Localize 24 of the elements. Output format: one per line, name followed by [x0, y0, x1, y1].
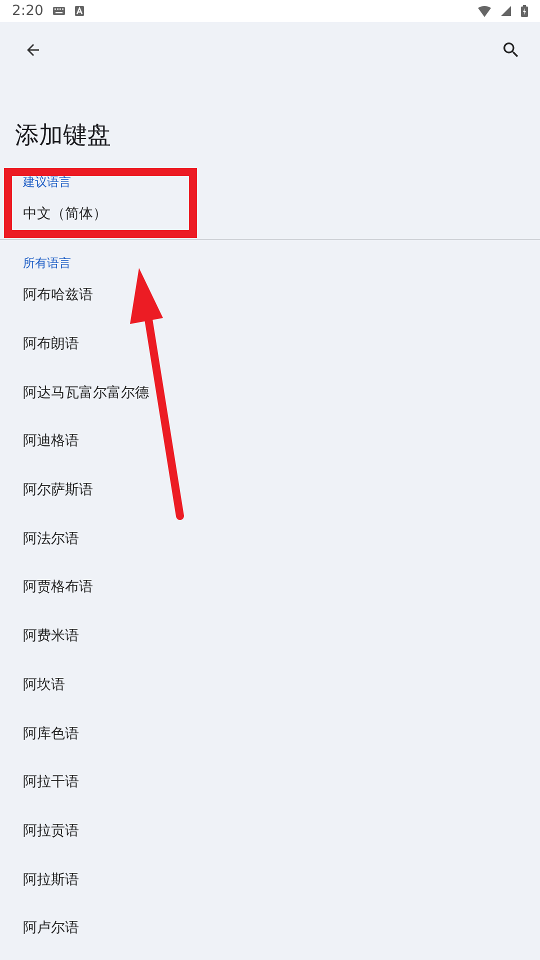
language-item[interactable]: 阿贾格布语 [0, 563, 540, 612]
language-item[interactable]: 阿迪格语 [0, 417, 540, 466]
section-header: 所有语言 [23, 255, 72, 271]
text-icon [75, 6, 84, 16]
language-item[interactable]: 中文（简体） [23, 198, 540, 230]
language-item[interactable]: 阿布哈兹语 [0, 271, 540, 320]
language-item[interactable]: 阿卢尔语 [0, 904, 540, 953]
battery-charging-icon [521, 5, 528, 17]
wifi-icon [478, 6, 491, 16]
signal-icon [501, 6, 511, 16]
language-item[interactable]: 阿法尔语 [0, 514, 540, 564]
language-item[interactable]: 阿尔萨斯语 [0, 466, 540, 514]
page-title: 添加键盘 [15, 120, 112, 151]
language-item[interactable]: 阿费米语 [0, 612, 540, 660]
language-item[interactable]: 阿拉贡语 [0, 806, 540, 856]
language-item[interactable]: 阿拉斯语 [0, 855, 540, 904]
language-item[interactable]: 阿布朗语 [0, 320, 540, 368]
language-item[interactable]: 阿坎语 [0, 660, 540, 710]
status-time: 2:20 [12, 3, 44, 19]
keyboard-icon [53, 7, 66, 15]
language-item[interactable]: 阿达马瓦富尔富尔德 [0, 368, 540, 418]
language-item[interactable]: 阿拉干语 [0, 758, 540, 807]
language-item[interactable]: 阿库色语 [0, 709, 540, 758]
section-header: 建议语言 [23, 174, 72, 190]
